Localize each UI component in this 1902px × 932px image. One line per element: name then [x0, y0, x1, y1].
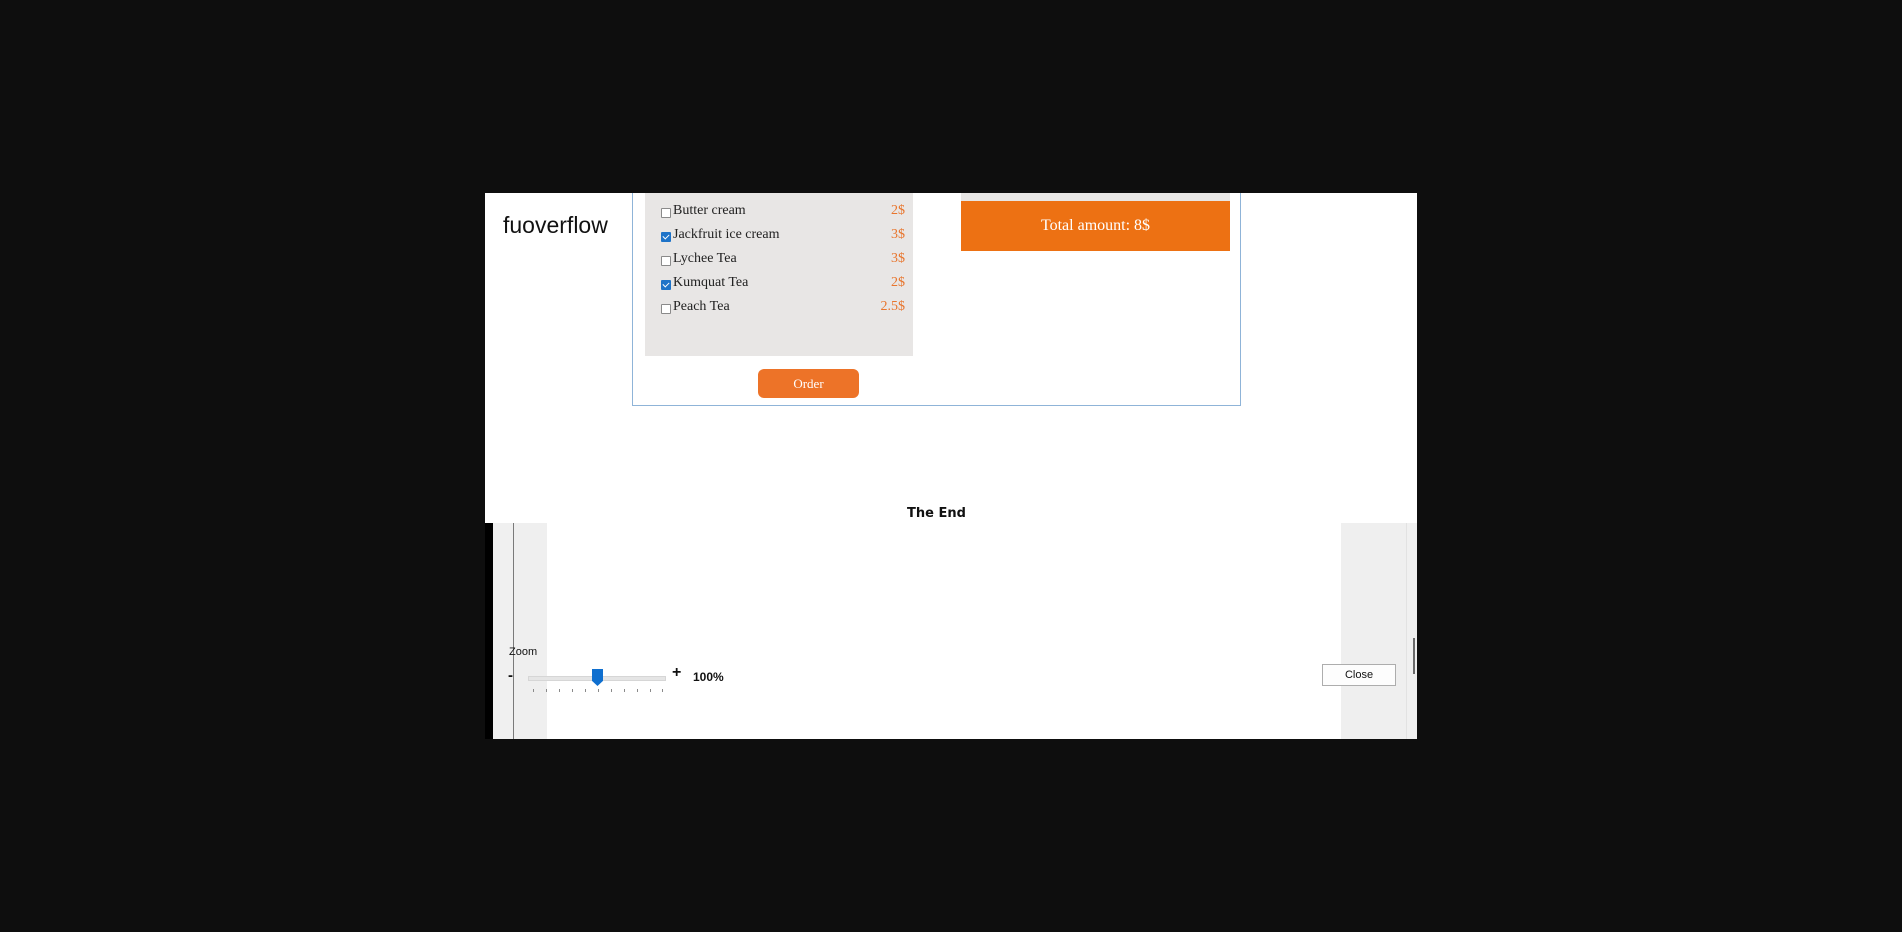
item-name: Lychee Tea	[673, 251, 737, 266]
zoom-out-button[interactable]: -	[508, 667, 513, 684]
slider-tick	[533, 689, 534, 692]
item-price: 2$	[891, 203, 905, 218]
order-form: Butter cream 2$ Jackfruit ice cream 3$ L…	[632, 193, 1241, 406]
item-name: Jackfruit ice cream	[673, 227, 780, 242]
scrollbar-thumb[interactable]	[1413, 638, 1415, 674]
total-amount-banner: Total amount: 8$	[961, 201, 1230, 251]
item-price: 2.5$	[880, 299, 906, 314]
preview-panel	[493, 523, 1417, 739]
slider-tick	[546, 689, 547, 692]
slider-tick	[598, 689, 599, 692]
menu-item-lychee-tea[interactable]: Lychee Tea 3$	[661, 251, 905, 273]
close-button[interactable]: Close	[1322, 664, 1396, 686]
checkbox[interactable]	[661, 208, 671, 218]
slider-tick	[624, 689, 625, 692]
zoom-label: Zoom	[509, 646, 538, 658]
checkbox[interactable]	[661, 304, 671, 314]
item-price: 2$	[891, 275, 905, 290]
slider-tick	[662, 689, 663, 692]
menu-item-jackfruit-ice-cream[interactable]: Jackfruit ice cream 3$	[661, 227, 905, 249]
menu-item-peach-tea[interactable]: Peach Tea 2.5$	[661, 299, 905, 321]
zoom-value: 100%	[693, 670, 724, 684]
item-price: 3$	[891, 227, 905, 242]
slider-tick	[611, 689, 612, 692]
item-price: 3$	[891, 251, 905, 266]
item-name: Peach Tea	[673, 299, 730, 314]
item-name: Butter cream	[673, 203, 746, 218]
order-button[interactable]: Order	[758, 369, 859, 398]
document-page	[547, 523, 1341, 739]
slider-tick	[650, 689, 651, 692]
checkbox-checked[interactable]	[661, 232, 671, 242]
checkbox-checked[interactable]	[661, 280, 671, 290]
slider-tick	[572, 689, 573, 692]
menu-item-kumquat-tea[interactable]: Kumquat Tea 2$	[661, 275, 905, 297]
checkbox[interactable]	[661, 256, 671, 266]
app-logo: fuoverflow	[496, 206, 625, 244]
slider-tick	[585, 689, 586, 692]
vertical-scrollbar[interactable]	[1406, 523, 1417, 739]
menu-item-butter-cream[interactable]: Butter cream 2$	[661, 203, 905, 225]
footer-text: The End	[907, 506, 966, 521]
document-viewer[interactable]	[513, 523, 1417, 739]
slider-tick	[559, 689, 560, 692]
item-name: Kumquat Tea	[673, 275, 749, 290]
menu-list: Butter cream 2$ Jackfruit ice cream 3$ L…	[645, 193, 913, 356]
zoom-in-button[interactable]: +	[672, 664, 681, 682]
slider-tick	[637, 689, 638, 692]
